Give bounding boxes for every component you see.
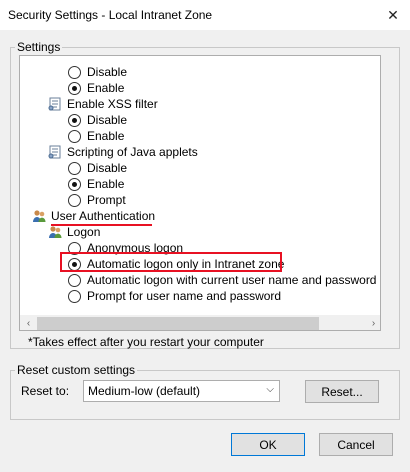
tree-item-label: Enable xyxy=(87,81,125,95)
tree-category: Scripting of Java applets xyxy=(48,144,198,160)
radio-checked-icon[interactable] xyxy=(68,81,81,95)
radio-unchecked-icon[interactable] xyxy=(68,65,81,79)
tree-item-label: Scripting of Java applets xyxy=(67,145,198,159)
window-title: Security Settings - Local Intranet Zone xyxy=(8,8,213,22)
tree-item-label: Enable xyxy=(87,129,125,143)
scroll-right-arrow-icon[interactable]: › xyxy=(365,315,380,330)
tree-radio-option[interactable]: Prompt for user name and password xyxy=(68,288,281,304)
highlight-underline xyxy=(51,224,152,226)
tree-radio-option[interactable]: Enable xyxy=(68,176,124,192)
tree-item-label: User Authentication xyxy=(51,209,156,223)
cancel-button[interactable]: Cancel xyxy=(319,433,393,456)
ok-button[interactable]: OK xyxy=(231,433,305,456)
tree-item-label: Disable xyxy=(87,113,128,127)
radio-unchecked-icon[interactable] xyxy=(68,289,81,303)
tree-radio-option[interactable]: Disable xyxy=(68,160,127,176)
radio-checked-icon[interactable] xyxy=(68,177,81,191)
radio-checked-icon[interactable] xyxy=(68,113,81,127)
tree-item-label: Prompt xyxy=(87,193,126,207)
reset-button[interactable]: Reset... xyxy=(305,380,379,403)
tree-item-label: Disable xyxy=(87,161,128,175)
tree-category: Logon xyxy=(48,224,100,240)
reset-level-value: Medium-low (default) xyxy=(88,384,201,398)
users-icon xyxy=(33,210,46,222)
highlight-box xyxy=(60,252,282,272)
tree-radio-option[interactable]: Enable xyxy=(68,80,124,96)
title-bar: Security Settings - Local Intranet Zone … xyxy=(0,0,410,30)
tree-radio-option[interactable]: Enable xyxy=(68,128,124,144)
tree-radio-option[interactable]: Automatic logon with current user name a… xyxy=(68,272,376,288)
close-button[interactable]: ✕ xyxy=(376,0,410,30)
tree-category: Enable XSS filter xyxy=(48,96,158,112)
tree-radio-option[interactable]: Disable xyxy=(68,112,127,128)
radio-unchecked-icon[interactable] xyxy=(68,193,81,207)
settings-page-icon xyxy=(48,97,61,111)
settings-page-icon xyxy=(48,145,61,159)
tree-radio-option[interactable]: Disable xyxy=(68,64,127,80)
radio-unchecked-icon[interactable] xyxy=(68,129,81,143)
tree-item-label: Enable xyxy=(87,177,125,191)
reset-to-label: Reset to: xyxy=(21,384,70,398)
chevron-down-icon: ⌵ xyxy=(266,384,274,395)
tree-item-label: Logon xyxy=(67,225,101,239)
users-icon xyxy=(49,226,62,238)
tree-category: User Authentication xyxy=(32,208,155,224)
tree-item-label: Automatic logon with current user name a… xyxy=(87,273,377,287)
tree-item-label: Enable XSS filter xyxy=(67,97,158,111)
reset-level-select[interactable]: Medium-low (default) ⌵ xyxy=(83,380,280,402)
horizontal-scrollbar[interactable]: ‹ › xyxy=(20,315,380,330)
horizontal-scroll-thumb[interactable] xyxy=(37,317,319,330)
radio-unchecked-icon[interactable] xyxy=(68,273,81,287)
tree-radio-option[interactable]: Prompt xyxy=(68,192,126,208)
reset-group-legend: Reset custom settings xyxy=(15,363,138,377)
settings-group-legend: Settings xyxy=(15,40,63,54)
restart-note: *Takes effect after you restart your com… xyxy=(28,335,264,349)
close-icon: ✕ xyxy=(387,6,399,23)
settings-tree[interactable]: Disable Enable Enable XSS filter Disable Ena… xyxy=(19,55,381,331)
radio-unchecked-icon[interactable] xyxy=(68,161,81,175)
tree-item-label: Disable xyxy=(87,65,128,79)
scroll-left-arrow-icon[interactable]: ‹ xyxy=(20,315,37,330)
tree-item-label: Prompt for user name and password xyxy=(87,289,282,303)
